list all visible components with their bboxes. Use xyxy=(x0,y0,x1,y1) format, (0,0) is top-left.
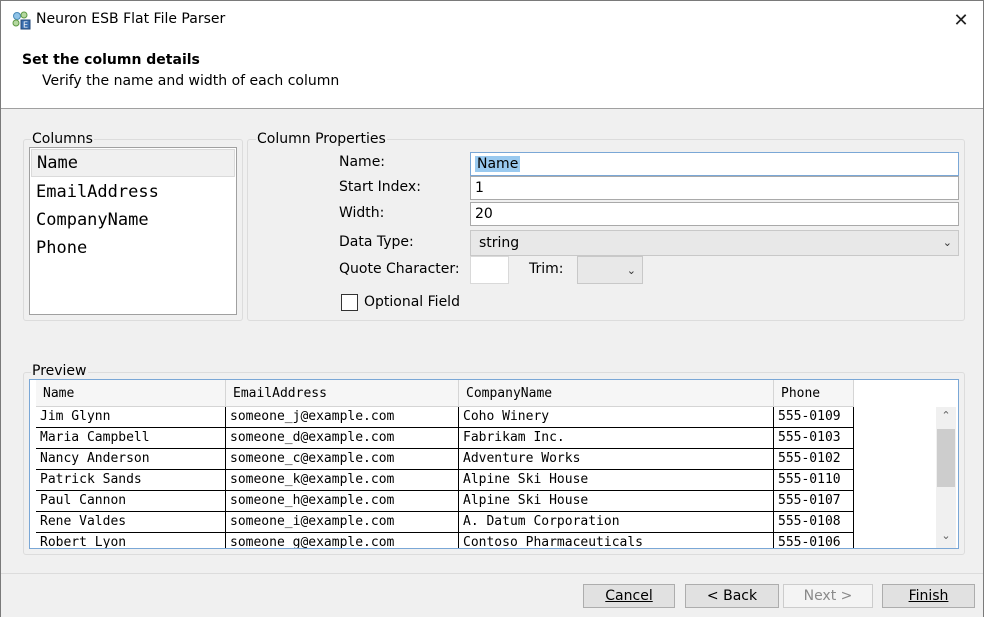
list-item[interactable]: Phone xyxy=(30,234,236,262)
cell-email: someone_k@example.com xyxy=(226,470,459,490)
table-row[interactable]: Nancy Anderson someone_c@example.com Adv… xyxy=(36,449,854,470)
svg-text:E: E xyxy=(23,21,28,30)
name-label: Name: xyxy=(339,154,386,170)
preview-group-label: Preview xyxy=(31,363,88,379)
cell-email: someone_j@example.com xyxy=(226,407,459,427)
start-index-field[interactable]: 1 xyxy=(470,176,959,200)
scroll-up-icon[interactable]: ⌃ xyxy=(936,409,956,427)
finish-button[interactable]: Finish xyxy=(882,584,975,608)
cell-company: Alpine Ski House xyxy=(459,491,774,511)
column-header-phone[interactable]: Phone xyxy=(774,380,854,407)
data-type-select[interactable]: string ⌄ xyxy=(470,230,959,256)
cell-email: someone_i@example.com xyxy=(226,512,459,532)
trim-select[interactable]: ⌄ xyxy=(577,256,643,284)
next-button-label: Next > xyxy=(803,588,853,604)
preview-scrollbar[interactable]: ⌃ ⌄ xyxy=(936,407,956,548)
table-row[interactable]: Robert Lyon someone_g@example.com Contos… xyxy=(36,533,854,548)
cell-name: Paul Cannon xyxy=(36,491,226,511)
cell-phone: 555-0107 xyxy=(774,491,854,511)
cell-company: Fabrikam Inc. xyxy=(459,428,774,448)
cell-name: Robert Lyon xyxy=(36,533,226,548)
trim-label: Trim: xyxy=(529,261,564,277)
cell-name: Nancy Anderson xyxy=(36,449,226,469)
cell-company: Contoso Pharmaceuticals xyxy=(459,533,774,548)
cell-phone: 555-0110 xyxy=(774,470,854,490)
table-row[interactable]: Rene Valdes someone_i@example.com A. Dat… xyxy=(36,512,854,533)
page-title: Set the column details xyxy=(22,52,200,68)
column-header-name[interactable]: Name xyxy=(36,380,226,407)
cell-company: A. Datum Corporation xyxy=(459,512,774,532)
quote-char-field[interactable] xyxy=(470,256,509,284)
column-properties-group-label: Column Properties xyxy=(256,131,387,147)
next-button[interactable]: Next > xyxy=(783,584,873,608)
cell-company: Alpine Ski House xyxy=(459,470,774,490)
scroll-thumb[interactable] xyxy=(937,429,955,487)
name-value: Name xyxy=(475,156,521,172)
cell-company: Coho Winery xyxy=(459,407,774,427)
cell-name: Rene Valdes xyxy=(36,512,226,532)
finish-button-label: Finish xyxy=(908,588,949,604)
list-item[interactable]: Name xyxy=(31,149,235,177)
columns-list[interactable]: Name EmailAddress CompanyName Phone xyxy=(29,147,237,315)
cell-name: Maria Campbell xyxy=(36,428,226,448)
cell-email: someone_c@example.com xyxy=(226,449,459,469)
cell-email: someone_g@example.com xyxy=(226,533,459,548)
width-field[interactable]: 20 xyxy=(470,202,959,226)
close-icon[interactable]: ✕ xyxy=(939,1,983,39)
list-item[interactable]: CompanyName xyxy=(30,206,236,234)
chevron-down-icon: ⌄ xyxy=(626,264,636,277)
cell-company: Adventure Works xyxy=(459,449,774,469)
grid-body: Jim Glynn someone_j@example.com Coho Win… xyxy=(36,407,854,548)
cell-email: someone_d@example.com xyxy=(226,428,459,448)
cancel-button-label: Cancel xyxy=(605,588,653,604)
scroll-down-icon[interactable]: ⌄ xyxy=(936,529,956,547)
name-field[interactable]: Name xyxy=(470,152,959,176)
cell-phone: 555-0109 xyxy=(774,407,854,427)
cell-phone: 555-0102 xyxy=(774,449,854,469)
preview-grid[interactable]: Name EmailAddress CompanyName Phone Jim … xyxy=(29,379,959,549)
cell-name: Patrick Sands xyxy=(36,470,226,490)
cell-phone: 555-0103 xyxy=(774,428,854,448)
data-type-label: Data Type: xyxy=(339,234,414,250)
wizard-header: Set the column details Verify the name a… xyxy=(1,39,983,109)
optional-field-checkbox[interactable] xyxy=(341,294,358,311)
title-bar: E Neuron ESB Flat File Parser ✕ xyxy=(1,1,983,39)
width-label: Width: xyxy=(339,205,385,221)
cell-email: someone_h@example.com xyxy=(226,491,459,511)
list-item[interactable]: EmailAddress xyxy=(30,178,236,206)
start-index-label: Start Index: xyxy=(339,179,421,195)
page-subtitle: Verify the name and width of each column xyxy=(42,73,340,89)
cell-phone: 555-0108 xyxy=(774,512,854,532)
cancel-button[interactable]: Cancel xyxy=(583,584,675,608)
window-title: Neuron ESB Flat File Parser xyxy=(36,11,226,27)
columns-group-label: Columns xyxy=(31,131,94,147)
chevron-down-icon: ⌄ xyxy=(942,236,952,249)
grid-header: Name EmailAddress CompanyName Phone xyxy=(36,380,854,407)
back-button[interactable]: < Back xyxy=(685,584,779,608)
app-icon: E xyxy=(11,10,31,30)
cell-phone: 555-0106 xyxy=(774,533,854,548)
table-row[interactable]: Paul Cannon someone_h@example.com Alpine… xyxy=(36,491,854,512)
dialog-window: E Neuron ESB Flat File Parser ✕ Set the … xyxy=(0,0,984,617)
quote-char-label: Quote Character: xyxy=(339,261,460,277)
column-header-email[interactable]: EmailAddress xyxy=(226,380,459,407)
optional-field-label: Optional Field xyxy=(364,294,460,310)
data-type-value: string xyxy=(479,235,520,251)
column-header-company[interactable]: CompanyName xyxy=(459,380,774,407)
cell-name: Jim Glynn xyxy=(36,407,226,427)
table-row[interactable]: Patrick Sands someone_k@example.com Alpi… xyxy=(36,470,854,491)
back-button-label: < Back xyxy=(706,588,758,604)
table-row[interactable]: Jim Glynn someone_j@example.com Coho Win… xyxy=(36,407,854,428)
table-row[interactable]: Maria Campbell someone_d@example.com Fab… xyxy=(36,428,854,449)
